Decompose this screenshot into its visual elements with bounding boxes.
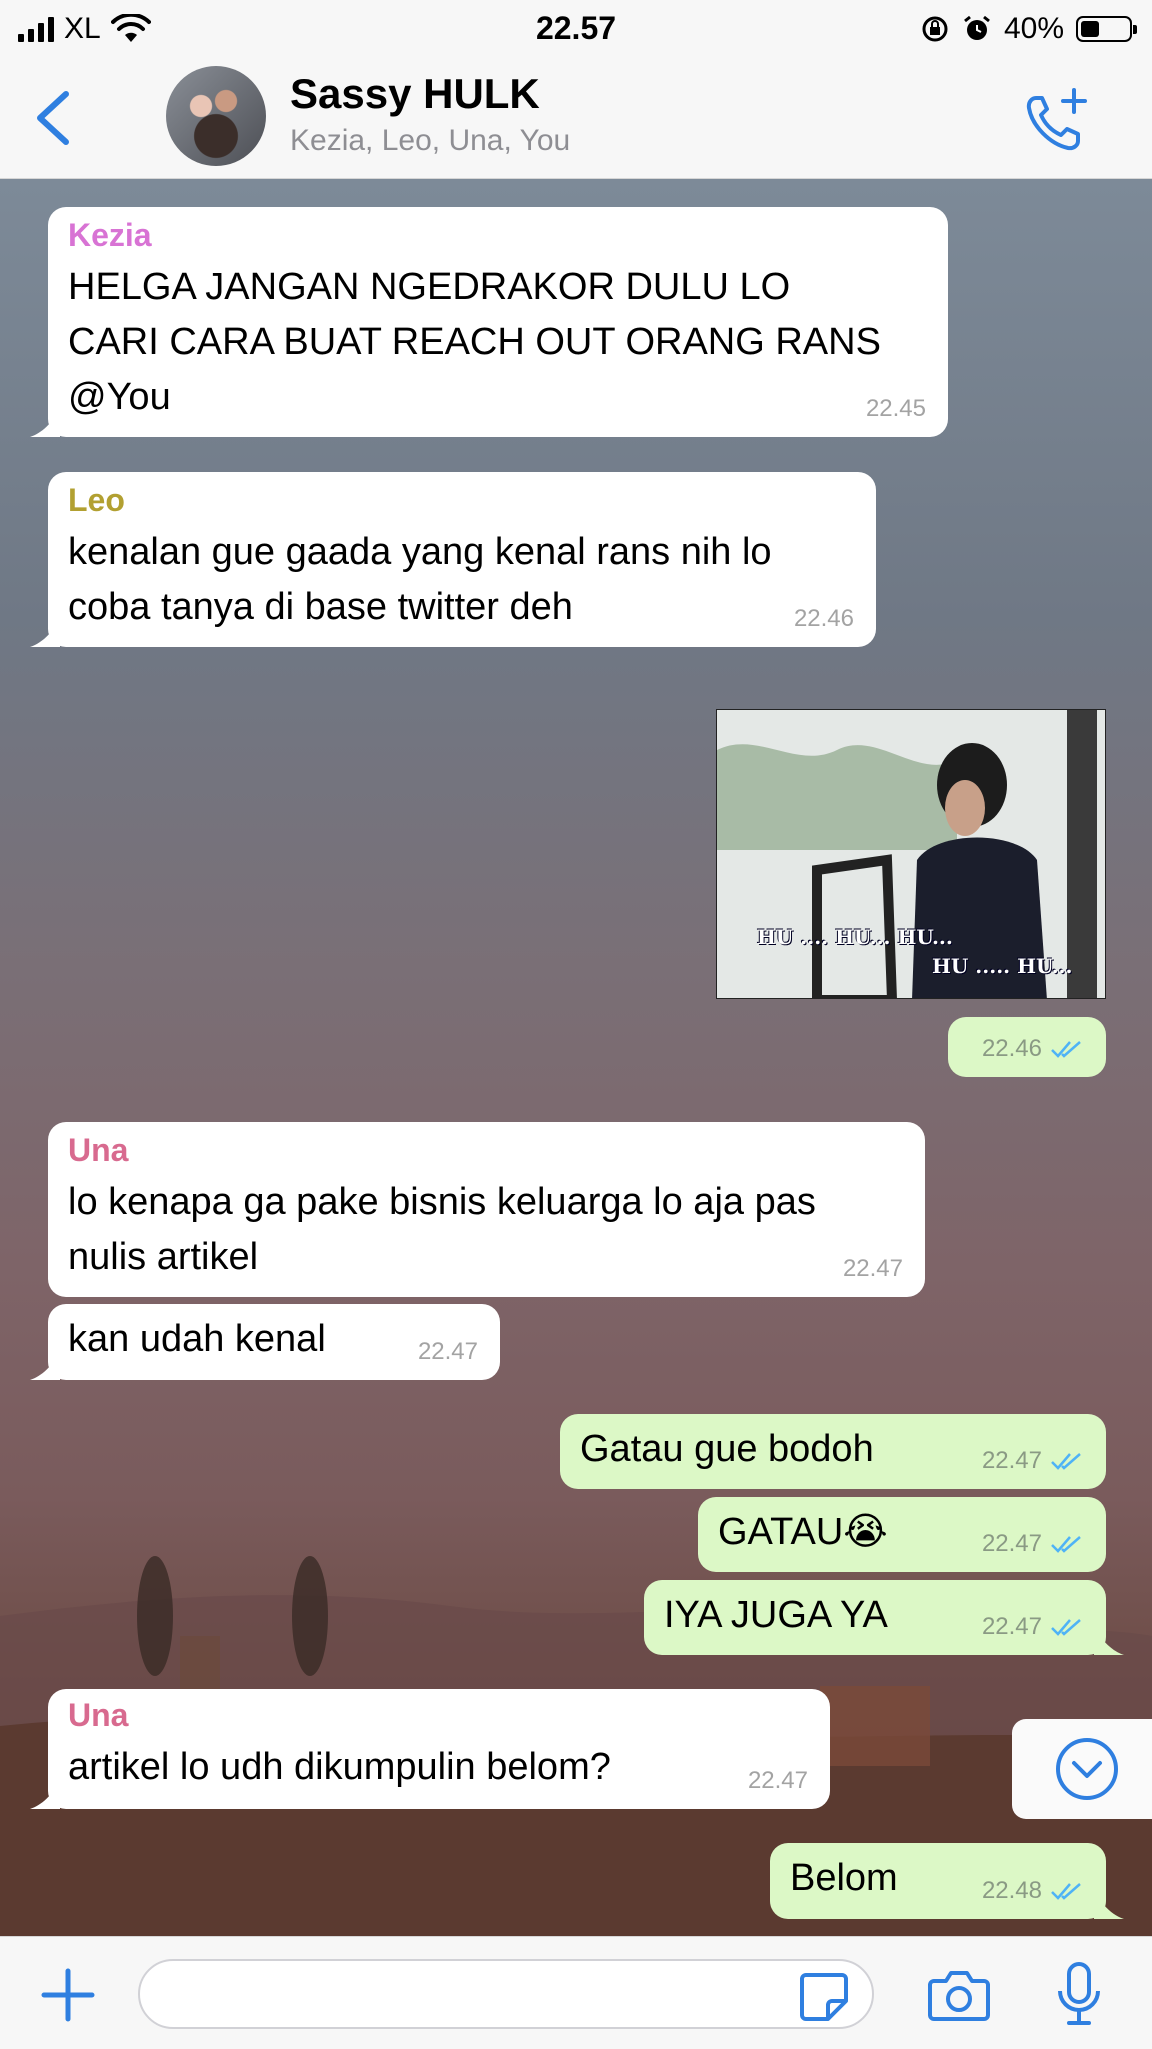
- image-caption: HU ..... HU...: [932, 954, 1073, 978]
- read-ticks-icon: [1051, 1453, 1081, 1470]
- status-bar: XL 22.57 40%: [0, 0, 1152, 58]
- image-caption: HU .... HU... HU...: [757, 925, 953, 949]
- bubble-tail: [1094, 1891, 1124, 1919]
- alarm-icon: [964, 15, 990, 40]
- message-text: artikel lo udh dikumpulin belom?: [68, 1746, 611, 1788]
- sender-name: Una: [68, 1132, 129, 1168]
- incoming-message[interactable]: Kezia HELGA JANGAN NGEDRAKOR DULU LO CAR…: [30, 207, 948, 437]
- outgoing-message[interactable]: GATAU😭 22.47: [698, 1497, 1106, 1572]
- message-time: 22.47: [982, 1447, 1084, 1475]
- outgoing-message[interactable]: Gatau gue bodoh 22.47: [560, 1414, 1106, 1489]
- group-avatar[interactable]: [166, 66, 266, 166]
- read-ticks-icon: [1051, 1041, 1081, 1058]
- message-time: 22.46: [793, 605, 854, 632]
- incoming-message[interactable]: kan udah kenal 22.47: [30, 1304, 500, 1380]
- message-time: 22.47: [417, 1338, 478, 1365]
- read-ticks-icon: [1051, 1883, 1081, 1900]
- sender-name: Una: [68, 1697, 129, 1733]
- group-members[interactable]: Kezia, Leo, Una, You: [290, 124, 570, 158]
- chevron-down-circle-icon: [1056, 1738, 1118, 1800]
- read-ticks-icon: [1051, 1619, 1081, 1636]
- plus-icon[interactable]: [40, 1967, 96, 2023]
- message-text: lo kenapa ga pake bisnis keluarga lo aja…: [68, 1181, 816, 1278]
- image-message[interactable]: HU .... HU... HU... HU ..... HU...: [716, 709, 1106, 999]
- message-time: 22.46: [982, 1035, 1084, 1063]
- message-text: HELGA JANGAN NGEDRAKOR DULU LO CARI CARA…: [68, 266, 881, 418]
- chat-area[interactable]: Kezia HELGA JANGAN NGEDRAKOR DULU LO CAR…: [0, 179, 1152, 1936]
- message-time: 22.47: [747, 1767, 808, 1794]
- camera-icon[interactable]: [928, 1967, 990, 2023]
- bubble-tail: [30, 1781, 60, 1809]
- add-call-icon[interactable]: [1022, 86, 1092, 156]
- message-time: 22.45: [865, 395, 926, 422]
- rotation-lock-icon: [922, 16, 948, 42]
- scroll-to-bottom-button[interactable]: [1012, 1719, 1152, 1819]
- group-name[interactable]: Sassy HULK: [290, 70, 540, 118]
- message-text: kenalan gue gaada yang kenal rans nih lo…: [68, 531, 772, 628]
- bubble-tail: [1094, 1627, 1124, 1655]
- message-time: 22.47: [982, 1530, 1084, 1558]
- bubble-tail: [30, 619, 60, 647]
- incoming-message[interactable]: Leo kenalan gue gaada yang kenal rans ni…: [30, 472, 876, 647]
- bubble-tail: [30, 1352, 60, 1380]
- message-time: 22.48: [982, 1877, 1084, 1905]
- outgoing-message[interactable]: 22.46: [948, 1017, 1106, 1077]
- sender-name: Leo: [68, 482, 125, 518]
- sticker-icon[interactable]: [798, 1971, 850, 2023]
- message-time: 22.47: [842, 1255, 903, 1282]
- incoming-message[interactable]: Una lo kenapa ga pake bisnis keluarga lo…: [48, 1122, 925, 1297]
- message-time: 22.47: [982, 1613, 1084, 1641]
- battery-icon: [1076, 16, 1137, 42]
- outgoing-message[interactable]: IYA JUGA YA 22.47: [644, 1580, 1124, 1655]
- message-input[interactable]: [138, 1959, 874, 2029]
- outgoing-message[interactable]: Belom 22.48: [770, 1843, 1124, 1919]
- sender-name: Kezia: [68, 217, 152, 253]
- bubble-tail: [30, 409, 60, 437]
- battery-percent: 40%: [1003, 12, 1064, 45]
- read-ticks-icon: [1051, 1536, 1081, 1553]
- back-chevron-icon[interactable]: [30, 88, 80, 148]
- chat-header: Sassy HULK Kezia, Leo, Una, You: [0, 58, 1152, 179]
- incoming-message[interactable]: Una artikel lo udh dikumpulin belom? 22.…: [30, 1689, 830, 1809]
- composer-bar: [0, 1936, 1152, 2049]
- microphone-icon[interactable]: [1054, 1961, 1104, 2027]
